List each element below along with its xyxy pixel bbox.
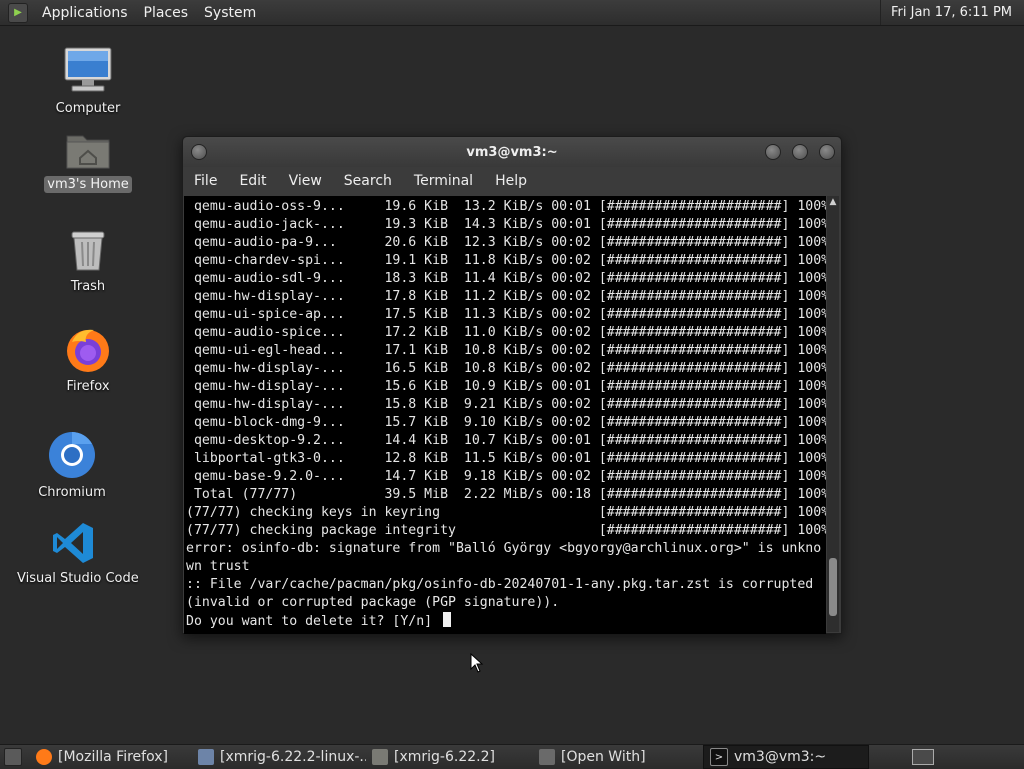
scroll-up-arrow-icon[interactable]: ▲ xyxy=(827,196,839,208)
desktop-icon-label: Visual Studio Code xyxy=(17,571,139,586)
vscode-icon xyxy=(53,523,93,563)
taskbar-item-terminal[interactable]: > vm3@vm3:~ xyxy=(703,745,869,769)
menu-view[interactable]: View xyxy=(278,173,333,189)
firefox-icon xyxy=(36,749,52,765)
folder-icon xyxy=(372,749,388,765)
terminal-window[interactable]: vm3@vm3:~ File Edit View Search Terminal… xyxy=(182,136,842,634)
taskbar-item-label: [Open With] xyxy=(561,749,646,765)
desktop-icon-firefox[interactable]: Firefox xyxy=(48,326,128,395)
terminal-prompt-line[interactable]: Do you want to delete it? [Y/n] xyxy=(184,612,826,630)
terminal-line: qemu-audio-sdl-9... 18.3 KiB 11.4 KiB/s … xyxy=(186,271,826,286)
distro-logo-icon[interactable]: ▶ xyxy=(8,2,28,23)
taskbar-item-xmrig-folder[interactable]: [xmrig-6.22.2] xyxy=(366,746,533,768)
menu-file[interactable]: File xyxy=(183,173,228,189)
text-cursor xyxy=(443,612,452,627)
bottom-taskbar: [Mozilla Firefox] [xmrig-6.22.2-linux-..… xyxy=(0,744,1024,769)
taskbar-item-label: vm3@vm3:~ xyxy=(734,749,827,765)
computer-icon xyxy=(64,47,112,92)
menu-system[interactable]: System xyxy=(196,5,264,21)
menu-search[interactable]: Search xyxy=(333,173,403,189)
home-folder-icon xyxy=(66,135,110,169)
maximize-button[interactable] xyxy=(792,144,808,160)
menu-edit[interactable]: Edit xyxy=(228,173,277,189)
terminal-scrollbar[interactable]: ▲ xyxy=(827,196,839,632)
taskbar-item-firefox[interactable]: [Mozilla Firefox] xyxy=(30,746,192,768)
desktop-icon-label: Trash xyxy=(70,279,106,294)
desktop-icon-vscode[interactable]: Visual Studio Code xyxy=(14,520,139,587)
terminal-line: qemu-audio-jack-... 19.3 KiB 14.3 KiB/s … xyxy=(186,217,826,232)
terminal-line: qemu-hw-display-... 16.5 KiB 10.8 KiB/s … xyxy=(186,361,826,376)
taskbar-item-label: [xmrig-6.22.2-linux-... xyxy=(220,749,366,765)
terminal-line: (77/77) checking package integrity [####… xyxy=(186,523,826,538)
workspace-icon xyxy=(912,749,934,765)
terminal-output[interactable]: qemu-audio-oss-9... 19.6 KiB 13.2 KiB/s … xyxy=(184,196,826,634)
taskbar-item-label: [Mozilla Firefox] xyxy=(58,749,168,765)
terminal-line: (invalid or corrupted package (PGP signa… xyxy=(186,595,560,610)
menu-applications[interactable]: Applications xyxy=(34,5,136,21)
prompt-text: Do you want to delete it? [Y/n] xyxy=(186,614,441,629)
terminal-line: qemu-chardev-spi... 19.1 KiB 11.8 KiB/s … xyxy=(186,253,826,268)
show-desktop-button[interactable] xyxy=(0,746,30,768)
terminal-line: Total (77/77) 39.5 MiB 2.22 MiB/s 00:18 … xyxy=(186,487,826,502)
desktop-icon-computer[interactable]: Computer xyxy=(48,44,128,117)
terminal-line: qemu-base-9.2.0-... 14.7 KiB 9.18 KiB/s … xyxy=(186,469,826,484)
terminal-line: qemu-audio-pa-9... 20.6 KiB 12.3 KiB/s 0… xyxy=(186,235,826,250)
window-title: vm3@vm3:~ xyxy=(466,144,558,160)
top-panel: ▶ Applications Places System Fri Jan 17,… xyxy=(0,0,1024,26)
chromium-icon xyxy=(49,432,95,478)
terminal-line: :: File /var/cache/pacman/pkg/osinfo-db-… xyxy=(186,577,814,592)
terminal-icon: > xyxy=(710,748,728,766)
desktop-icon-chromium[interactable]: Chromium xyxy=(32,430,112,501)
taskbar-item-xmrig-download[interactable]: [xmrig-6.22.2-linux-... xyxy=(192,746,366,768)
terminal-line: qemu-block-dmg-9... 15.7 KiB 9.10 KiB/s … xyxy=(186,415,826,430)
taskbar-item-label: [xmrig-6.22.2] xyxy=(394,749,495,765)
clock[interactable]: Fri Jan 17, 6:11 PM xyxy=(880,0,1024,25)
desktop-icon-label: Chromium xyxy=(38,485,106,500)
terminal-line: qemu-ui-egl-head... 17.1 KiB 10.8 KiB/s … xyxy=(186,343,826,358)
menu-terminal[interactable]: Terminal xyxy=(403,173,484,189)
terminal-line: (77/77) checking keys in keyring [######… xyxy=(186,505,826,520)
firefox-icon xyxy=(67,329,109,372)
terminal-line: wn trust xyxy=(186,559,250,574)
terminal-line: qemu-hw-display-... 17.8 KiB 11.2 KiB/s … xyxy=(186,289,826,304)
desktop-icon-label: vm3's Home xyxy=(44,176,132,193)
terminal-line: qemu-audio-oss-9... 19.6 KiB 13.2 KiB/s … xyxy=(186,199,826,214)
terminal-line: qemu-ui-spice-ap... 17.5 KiB 11.3 KiB/s … xyxy=(186,307,826,322)
terminal-line: error: osinfo-db: signature from "Balló … xyxy=(186,541,822,556)
desktop-icon-trash[interactable]: Trash xyxy=(48,228,128,295)
trash-icon xyxy=(71,231,105,271)
window-titlebar[interactable]: vm3@vm3:~ xyxy=(183,137,841,167)
desktop-icon-label: Firefox xyxy=(66,379,110,394)
terminal-line: qemu-audio-spice... 17.2 KiB 11.0 KiB/s … xyxy=(186,325,826,340)
terminal-line: qemu-hw-display-... 15.6 KiB 10.9 KiB/s … xyxy=(186,379,826,394)
dialog-icon xyxy=(539,749,555,765)
workspace-switcher[interactable] xyxy=(912,746,934,768)
taskbar-item-open-with[interactable]: [Open With] xyxy=(533,746,703,768)
terminal-line: qemu-hw-display-... 15.8 KiB 9.21 KiB/s … xyxy=(186,397,826,412)
menu-places[interactable]: Places xyxy=(136,5,197,21)
close-button[interactable] xyxy=(819,144,835,160)
window-menu-button[interactable] xyxy=(191,144,207,160)
terminal-menubar: File Edit View Search Terminal Help xyxy=(183,167,841,195)
terminal-line: libportal-gtk3-0... 12.8 KiB 11.5 KiB/s … xyxy=(186,451,826,466)
mouse-pointer-icon xyxy=(470,653,484,673)
desktop-icon-home[interactable]: vm3's Home xyxy=(44,128,132,193)
desktop-icon-label: Computer xyxy=(55,101,121,116)
scrollbar-thumb[interactable] xyxy=(829,558,837,616)
file-transfer-icon xyxy=(198,749,214,765)
terminal-line: qemu-desktop-9.2... 14.4 KiB 10.7 KiB/s … xyxy=(186,433,826,448)
show-desktop-icon xyxy=(4,748,22,766)
menu-help[interactable]: Help xyxy=(484,173,538,189)
minimize-button[interactable] xyxy=(765,144,781,160)
